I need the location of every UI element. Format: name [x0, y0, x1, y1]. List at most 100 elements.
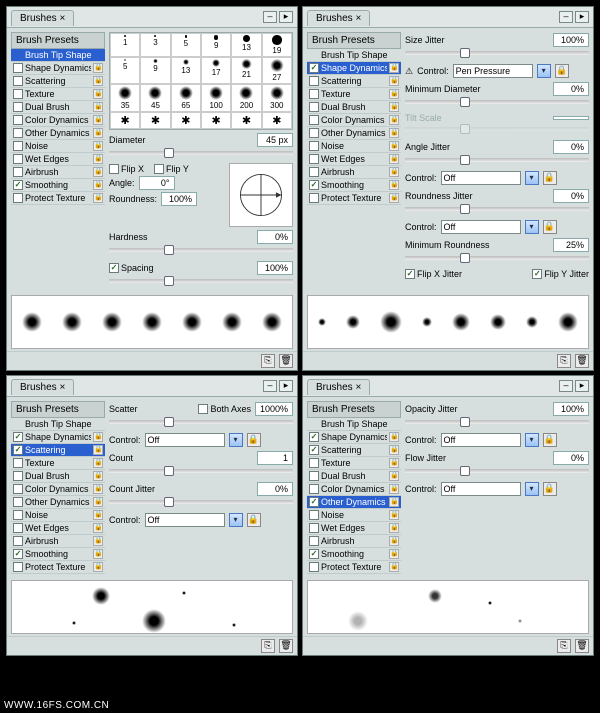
checkbox[interactable] [13, 141, 23, 151]
checkbox[interactable] [309, 193, 319, 203]
checkbox[interactable] [309, 180, 319, 190]
roundness-control-select[interactable]: Off [441, 220, 521, 234]
sidebar-item-color-dynamics[interactable]: Color Dynamics [11, 114, 105, 127]
lock-icon[interactable] [93, 63, 103, 73]
sidebar-item-shape-dynamics[interactable]: Shape Dynamics [11, 431, 105, 444]
diameter-slider[interactable] [109, 151, 293, 155]
lock-icon[interactable] [389, 458, 399, 468]
checkbox[interactable] [13, 510, 23, 520]
count-control-select[interactable]: Off [145, 513, 225, 527]
lock-icon[interactable] [389, 523, 399, 533]
min-diameter-slider[interactable] [405, 100, 589, 104]
brush-preset-5[interactable]: 5 [110, 57, 140, 85]
sidebar-item-texture[interactable]: Texture [307, 88, 401, 101]
lock-icon[interactable] [389, 63, 399, 73]
checkbox[interactable] [309, 471, 319, 481]
sidebar-item-dual-brush[interactable]: Dual Brush [307, 470, 401, 483]
checkbox[interactable] [13, 102, 23, 112]
checkbox[interactable] [309, 484, 319, 494]
sidebar-item-brush-tip-shape[interactable]: Brush Tip Shape [307, 49, 401, 62]
sidebar-item-scattering[interactable]: Scattering [11, 444, 105, 457]
checkbox[interactable] [309, 458, 319, 468]
sidebar-item-shape-dynamics[interactable]: Shape Dynamics [307, 62, 401, 75]
checkbox[interactable] [309, 549, 319, 559]
brush-preset-special-4[interactable]: ✱ [231, 112, 261, 129]
angle-jitter-slider[interactable] [405, 158, 589, 162]
checkbox[interactable] [13, 115, 23, 125]
lock-icon[interactable] [93, 523, 103, 533]
minimize-button[interactable]: – [559, 11, 573, 23]
lock-icon[interactable] [389, 549, 399, 559]
angle-value[interactable]: 0° [139, 176, 175, 190]
sidebar-item-airbrush[interactable]: Airbrush [11, 535, 105, 548]
checkbox[interactable] [13, 76, 23, 86]
checkbox[interactable] [13, 471, 23, 481]
lock-icon[interactable]: 🔒 [247, 513, 261, 527]
checkbox[interactable] [13, 89, 23, 99]
sidebar-item-scattering[interactable]: Scattering [307, 75, 401, 88]
lock-icon[interactable] [93, 89, 103, 99]
checkbox[interactable] [13, 445, 23, 455]
minimize-button[interactable]: – [263, 380, 277, 392]
checkbox[interactable] [13, 523, 23, 533]
checkbox[interactable] [309, 154, 319, 164]
panel-tab[interactable]: Brushes × [307, 10, 370, 26]
brush-preset-17[interactable]: 17 [201, 57, 231, 85]
lock-icon[interactable] [93, 445, 103, 455]
spacing-slider[interactable] [109, 279, 293, 283]
opacity-control-select[interactable]: Off [441, 433, 521, 447]
angle-jitter-value[interactable]: 0% [553, 140, 589, 154]
lock-icon[interactable] [93, 497, 103, 507]
checkbox[interactable] [13, 562, 23, 572]
sidebar-item-brush-tip-shape[interactable]: Brush Tip Shape [11, 418, 105, 431]
sidebar-item-texture[interactable]: Texture [307, 457, 401, 470]
checkbox[interactable] [309, 102, 319, 112]
count-value[interactable]: 1 [257, 451, 293, 465]
chevron-down-icon[interactable]: ▾ [229, 513, 243, 527]
sidebar-item-brush-tip-shape[interactable]: Brush Tip Shape [307, 418, 401, 431]
lock-icon[interactable] [93, 562, 103, 572]
lock-icon[interactable] [93, 458, 103, 468]
sidebar-item-scattering[interactable]: Scattering [11, 75, 105, 88]
brush-preset-27[interactable]: 27 [262, 57, 292, 85]
angle-control-select[interactable]: Off [441, 171, 521, 185]
brush-preset-9[interactable]: 9 [140, 57, 170, 85]
flow-jitter-value[interactable]: 0% [553, 451, 589, 465]
panel-tab[interactable]: Brushes × [11, 10, 74, 26]
checkbox[interactable] [309, 89, 319, 99]
lock-icon[interactable] [93, 128, 103, 138]
lock-icon[interactable]: 🔒 [543, 171, 557, 185]
close-icon[interactable]: × [355, 13, 361, 24]
lock-icon[interactable] [389, 497, 399, 507]
hardness-value[interactable]: 0% [257, 230, 293, 244]
lock-icon[interactable] [93, 141, 103, 151]
lock-icon[interactable] [389, 562, 399, 572]
checkbox[interactable] [13, 536, 23, 546]
checkbox[interactable] [309, 115, 319, 125]
sidebar-item-brush-tip-shape[interactable]: Brush Tip Shape [11, 49, 105, 62]
brush-preset-300[interactable]: 300 [262, 84, 292, 112]
lock-icon[interactable] [93, 154, 103, 164]
sidebar-item-airbrush[interactable]: Airbrush [11, 166, 105, 179]
lock-icon[interactable] [389, 102, 399, 112]
size-jitter-value[interactable]: 100% [553, 33, 589, 47]
lock-icon[interactable] [93, 432, 103, 442]
roundness-jitter-value[interactable]: 0% [553, 189, 589, 203]
flip-x-check[interactable]: Flip X [109, 164, 144, 174]
close-icon[interactable]: × [59, 382, 65, 393]
lock-icon[interactable]: 🔒 [555, 64, 569, 78]
brush-preset-13[interactable]: 13 [171, 57, 201, 85]
sidebar-item-dual-brush[interactable]: Dual Brush [11, 101, 105, 114]
checkbox[interactable] [309, 76, 319, 86]
lock-icon[interactable] [93, 193, 103, 203]
menu-button[interactable]: ▸ [279, 11, 293, 23]
lock-icon[interactable] [93, 76, 103, 86]
flip-x-jitter-check[interactable]: Flip X Jitter [405, 269, 462, 279]
sidebar-item-noise[interactable]: Noise [307, 140, 401, 153]
close-icon[interactable]: × [355, 382, 361, 393]
panel-tab[interactable]: Brushes × [11, 379, 74, 395]
checkbox[interactable] [309, 445, 319, 455]
lock-icon[interactable] [389, 76, 399, 86]
lock-icon[interactable] [389, 445, 399, 455]
new-brush-icon[interactable]: ⎘ [261, 354, 275, 368]
